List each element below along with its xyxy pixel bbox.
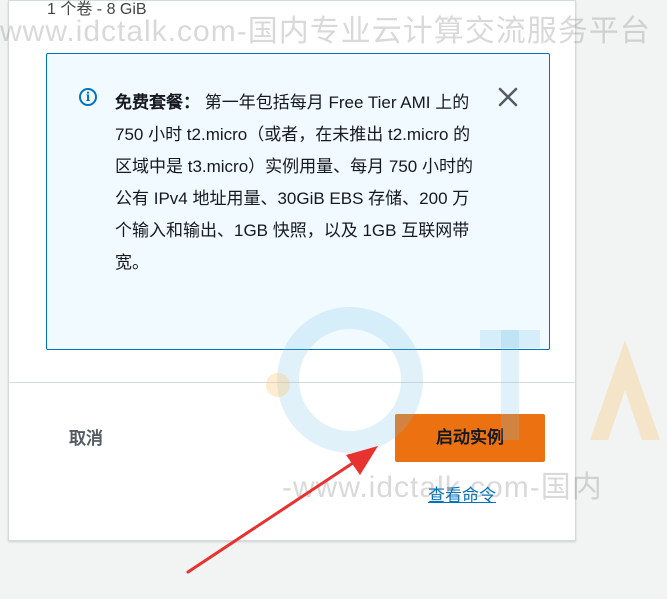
free-tier-title: 免费套餐： bbox=[115, 93, 200, 112]
free-tier-text: 免费套餐： 第一年包括每月 Free Tier AMI 上的 750 小时 t2… bbox=[115, 87, 477, 279]
view-command-link[interactable]: 查看命令 bbox=[428, 481, 496, 506]
volume-summary: 1 个卷 - 8 GiB bbox=[47, 1, 147, 18]
info-icon: i bbox=[79, 88, 97, 106]
footer-divider bbox=[9, 382, 575, 383]
launch-instance-button[interactable]: 启动实例 bbox=[395, 414, 545, 462]
page: 1 个卷 - 8 GiB i 免费套餐： 第一年包括每月 Free Tier A… bbox=[0, 0, 667, 599]
close-icon[interactable] bbox=[497, 86, 519, 108]
cancel-button[interactable]: 取消 bbox=[69, 424, 103, 449]
free-tier-alert: i 免费套餐： 第一年包括每月 Free Tier AMI 上的 750 小时 … bbox=[46, 53, 550, 350]
free-tier-body: 第一年包括每月 Free Tier AMI 上的 750 小时 t2.micro… bbox=[115, 93, 473, 272]
launch-summary-panel: 1 个卷 - 8 GiB i 免费套餐： 第一年包括每月 Free Tier A… bbox=[8, 0, 576, 541]
